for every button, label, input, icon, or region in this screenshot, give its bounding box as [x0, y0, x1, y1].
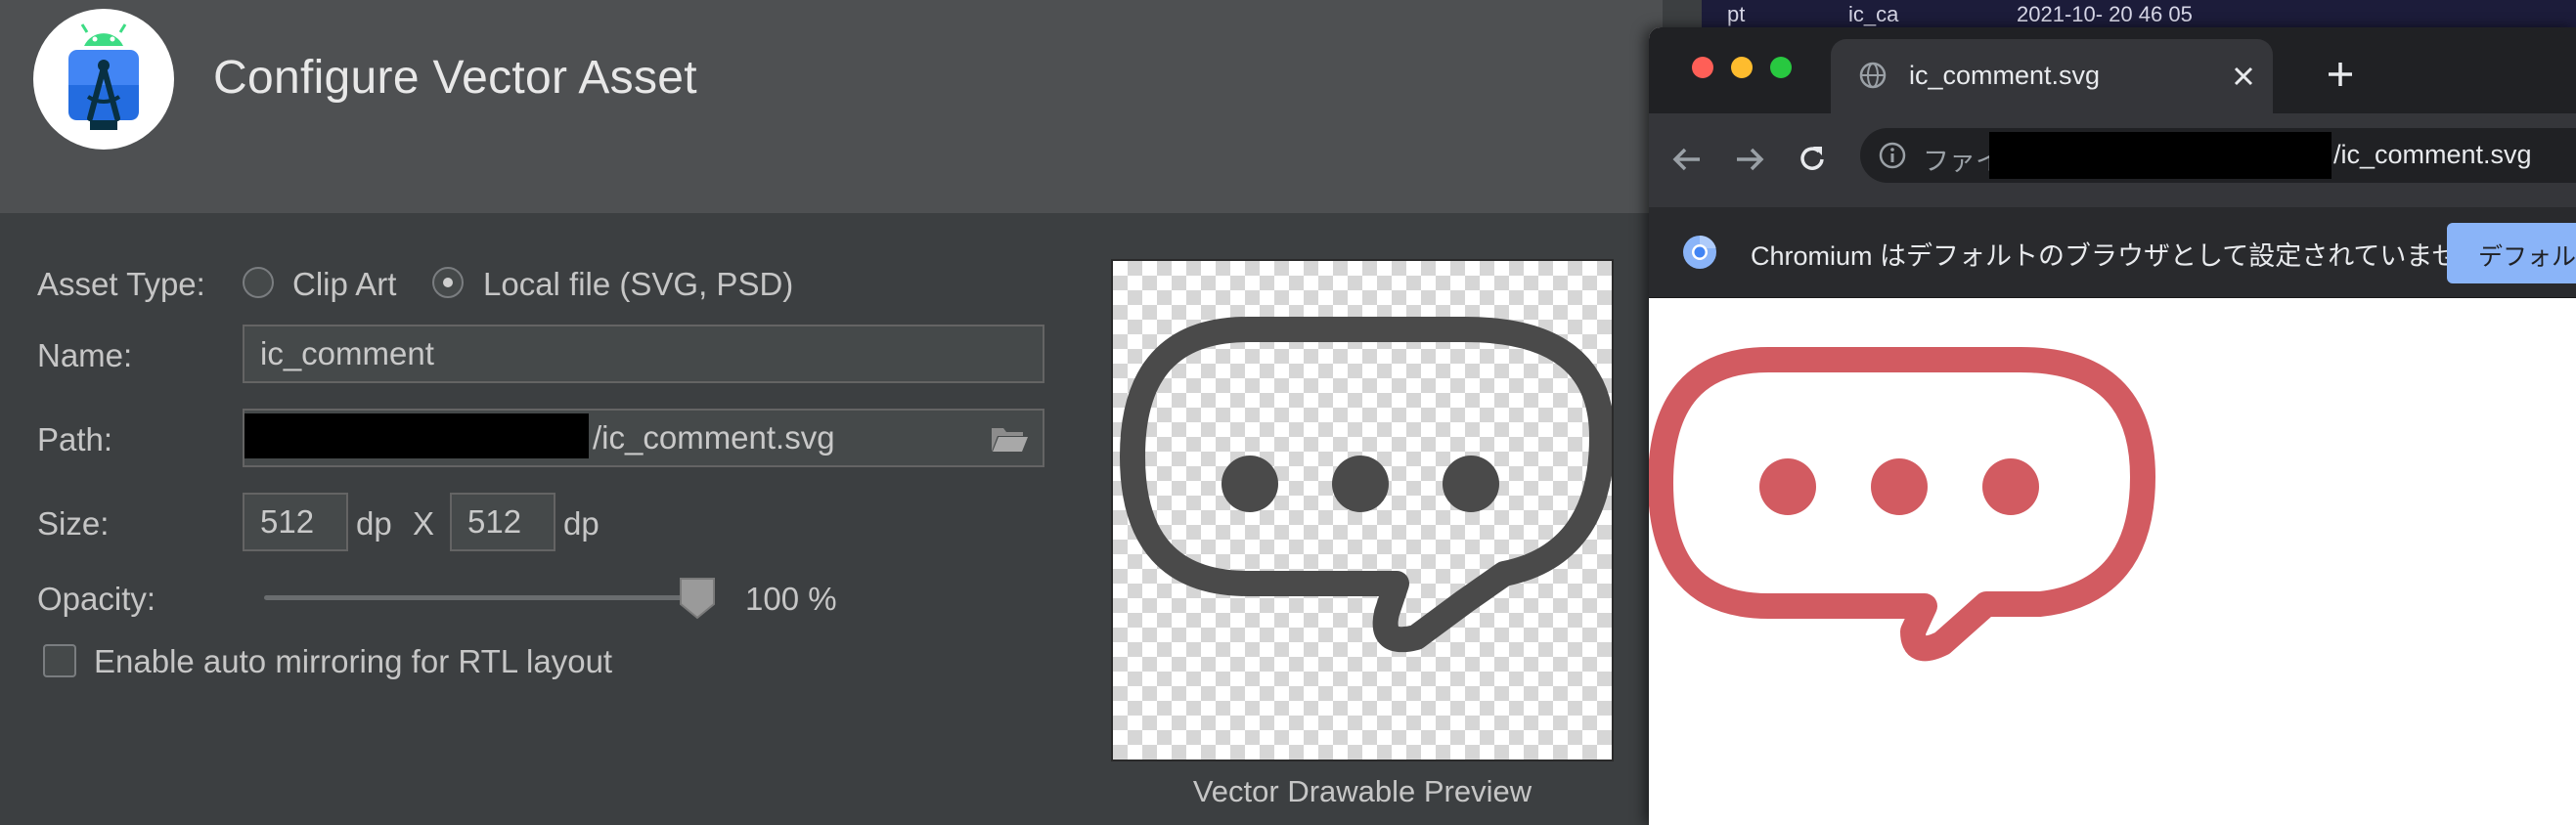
tab-title: ic_comment.svg	[1909, 61, 2101, 90]
clip-art-radio[interactable]	[243, 267, 274, 298]
local-file-radio[interactable]	[432, 267, 464, 298]
android-studio-logo-icon	[33, 9, 174, 150]
width-unit: dp	[356, 505, 392, 542]
strip-text-1: pt	[1727, 2, 1746, 26]
set-default-button-label: デフォルト	[2478, 243, 2576, 271]
globe-icon	[1858, 61, 1888, 95]
maximize-window-button[interactable]	[1770, 57, 1792, 78]
preview-caption: Vector Drawable Preview	[1192, 774, 1532, 808]
opacity-slider-track[interactable]	[264, 595, 704, 600]
strip-text-3: 2021-10- 20 46 05	[2017, 2, 2193, 26]
chromium-window: ic_comment.svg ファイ /ic_comment.svg Chrom…	[1649, 27, 2576, 825]
rtl-mirroring-checkbox[interactable]	[43, 644, 76, 677]
minimize-window-button[interactable]	[1731, 57, 1753, 78]
comment-icon	[1120, 317, 1612, 653]
forward-arrow-icon[interactable]	[1733, 143, 1766, 181]
height-input-value: 512	[467, 503, 522, 540]
path-input-value: /ic_comment.svg	[593, 419, 835, 456]
width-input[interactable]: 512	[243, 493, 348, 551]
clip-art-label[interactable]: Clip Art	[292, 266, 396, 303]
path-label: Path:	[37, 421, 113, 457]
background-window-strip: pt ic_ca 2021-10- 20 46 05	[1702, 0, 2576, 27]
back-arrow-icon[interactable]	[1670, 143, 1704, 181]
rtl-mirroring-label[interactable]: Enable auto mirroring for RTL layout	[94, 643, 612, 680]
default-browser-infobar: Chromium はデフォルトのブラウザとして設定されていません デフォルト	[1649, 207, 2576, 298]
new-tab-icon[interactable]	[2326, 60, 2355, 94]
name-input[interactable]: ic_comment	[243, 325, 1044, 383]
set-default-button[interactable]: デフォルト	[2447, 223, 2576, 283]
path-input[interactable]: /ic_comment.svg	[243, 409, 1044, 467]
address-suffix: /ic_comment.svg	[2333, 140, 2532, 169]
reload-icon[interactable]	[1796, 143, 1829, 181]
info-icon[interactable]	[1878, 141, 1907, 175]
comment-icon	[1649, 347, 2155, 662]
dialog-header: Configure Vector Asset	[0, 0, 1663, 213]
name-label: Name:	[37, 337, 133, 373]
opacity-value: 100 %	[745, 581, 837, 617]
name-input-value: ic_comment	[260, 335, 434, 371]
browser-toolbar: ファイ /ic_comment.svg	[1649, 113, 2576, 207]
opacity-label: Opacity:	[37, 581, 156, 617]
tab-ic-comment[interactable]: ic_comment.svg	[1831, 39, 2273, 113]
height-input[interactable]: 512	[450, 493, 555, 551]
local-file-label[interactable]: Local file (SVG, PSD)	[483, 266, 793, 303]
strip-text-2: ic_ca	[1848, 2, 1899, 26]
size-separator: X	[413, 505, 435, 542]
size-label: Size:	[37, 505, 110, 542]
redacted-path	[244, 413, 589, 458]
tab-bar: ic_comment.svg	[1649, 27, 2576, 113]
close-window-button[interactable]	[1692, 57, 1713, 78]
browser-rendered-svg	[1649, 321, 2197, 775]
asset-type-label: Asset Type:	[37, 266, 205, 302]
infobar-message: Chromium はデフォルトのブラウザとして設定されていません	[1751, 241, 2485, 271]
height-unit: dp	[563, 505, 600, 542]
dialog-title: Configure Vector Asset	[213, 52, 697, 104]
close-tab-icon[interactable]	[2232, 65, 2255, 93]
vector-drawable-preview	[1111, 259, 1614, 761]
redacted-address	[1989, 132, 2332, 179]
width-input-value: 512	[260, 503, 315, 540]
folder-open-icon[interactable]	[990, 424, 1029, 461]
opacity-slider-thumb[interactable]	[679, 577, 716, 620]
chromium-logo-icon	[1682, 235, 1717, 275]
address-bar[interactable]: ファイ /ic_comment.svg	[1860, 128, 2576, 183]
